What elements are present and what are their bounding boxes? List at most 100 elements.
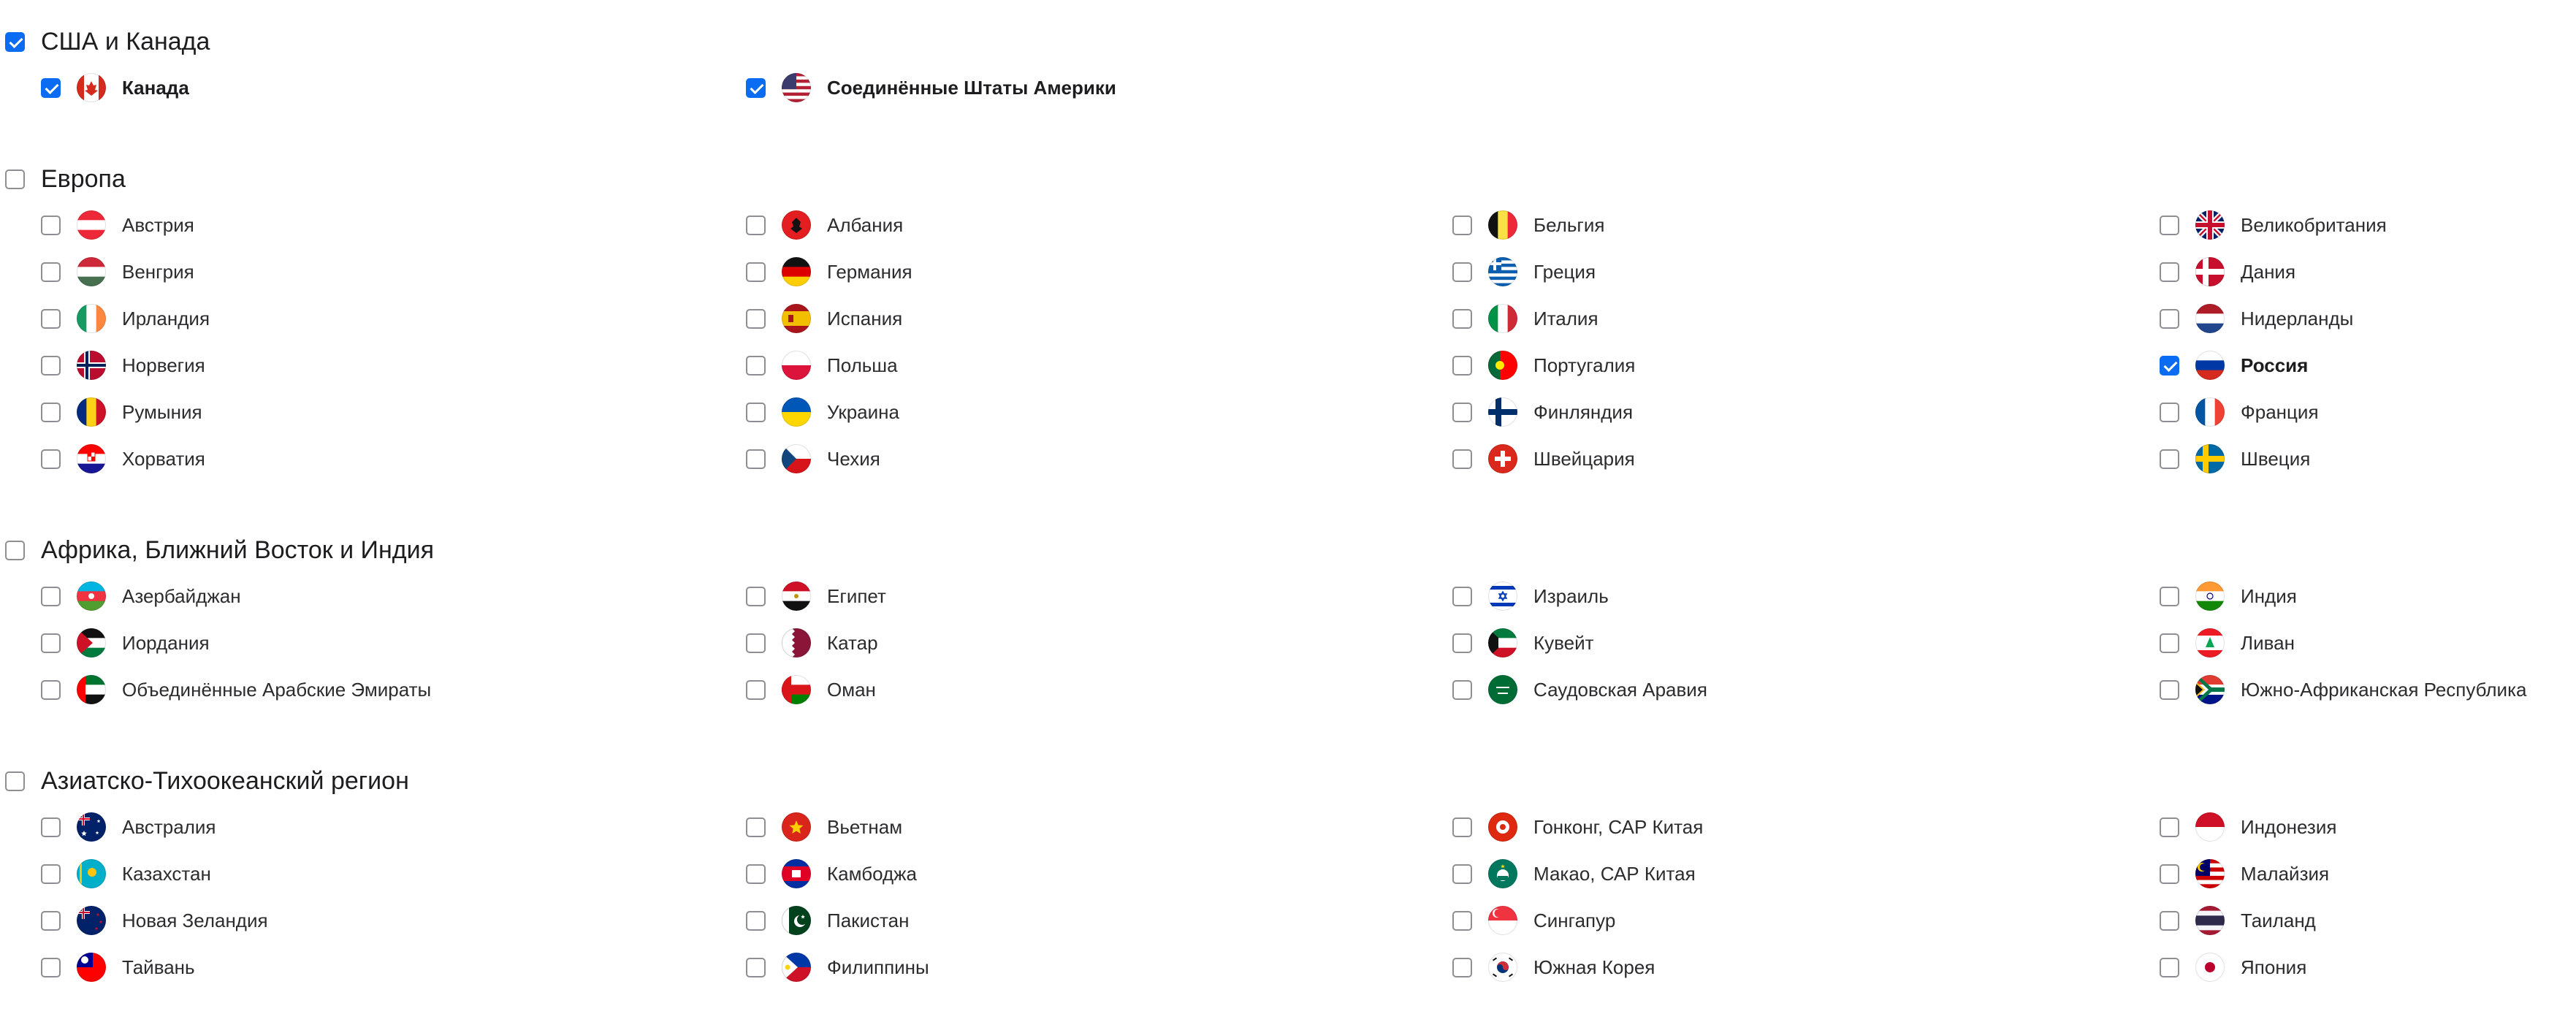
country-option[interactable]: Индия: [2160, 582, 2297, 611]
country-checkbox[interactable]: [41, 77, 61, 98]
country-checkbox[interactable]: [1452, 586, 1472, 606]
country-option[interactable]: Россия: [2160, 351, 2308, 380]
country-option[interactable]: Гонконг, САР Китая: [1452, 812, 1703, 842]
region-header[interactable]: Африка, Ближний Восток и Индия: [5, 535, 434, 565]
country-option[interactable]: Южная Корея: [1452, 953, 1655, 982]
country-checkbox[interactable]: [746, 633, 766, 653]
country-checkbox[interactable]: [2160, 586, 2179, 606]
country-checkbox[interactable]: [41, 957, 61, 977]
country-option[interactable]: Канада: [41, 73, 189, 102]
country-checkbox[interactable]: [1452, 262, 1472, 282]
country-checkbox[interactable]: [746, 679, 766, 700]
country-checkbox[interactable]: [2160, 864, 2179, 884]
country-checkbox[interactable]: [746, 262, 766, 282]
region-header[interactable]: Азиатско-Тихоокеанский регион: [5, 766, 409, 796]
country-option[interactable]: Германия: [746, 257, 912, 286]
country-option[interactable]: Норвегия: [41, 351, 205, 380]
country-checkbox[interactable]: [746, 910, 766, 931]
country-checkbox[interactable]: [41, 864, 61, 884]
country-checkbox[interactable]: [1452, 449, 1472, 469]
region-checkbox[interactable]: [5, 169, 25, 189]
country-option[interactable]: Азербайджан: [41, 582, 241, 611]
country-option[interactable]: Франция: [2160, 397, 2319, 427]
country-option[interactable]: Сингапур: [1452, 906, 1615, 935]
country-checkbox[interactable]: [41, 449, 61, 469]
country-checkbox[interactable]: [41, 402, 61, 422]
country-checkbox[interactable]: [41, 215, 61, 235]
country-checkbox[interactable]: [746, 355, 766, 376]
country-checkbox[interactable]: [746, 77, 766, 98]
country-checkbox[interactable]: [41, 679, 61, 700]
region-header[interactable]: Европа: [5, 164, 126, 194]
country-option[interactable]: Бельгия: [1452, 210, 1604, 240]
country-checkbox[interactable]: [41, 262, 61, 282]
country-option[interactable]: Испания: [746, 304, 902, 333]
country-checkbox[interactable]: [1452, 817, 1472, 837]
country-option[interactable]: Оман: [746, 675, 876, 704]
country-checkbox[interactable]: [41, 586, 61, 606]
country-checkbox[interactable]: [746, 402, 766, 422]
country-option[interactable]: Кувейт: [1452, 628, 1594, 657]
country-checkbox[interactable]: [1452, 402, 1472, 422]
country-checkbox[interactable]: [41, 817, 61, 837]
country-option[interactable]: Пакистан: [746, 906, 909, 935]
country-checkbox[interactable]: [2160, 215, 2179, 235]
country-checkbox[interactable]: [2160, 633, 2179, 653]
country-checkbox[interactable]: [41, 910, 61, 931]
region-checkbox[interactable]: [5, 540, 25, 560]
country-checkbox[interactable]: [746, 215, 766, 235]
country-checkbox[interactable]: [1452, 864, 1472, 884]
country-option[interactable]: Финляндия: [1452, 397, 1633, 427]
country-checkbox[interactable]: [746, 586, 766, 606]
country-checkbox[interactable]: [2160, 910, 2179, 931]
country-checkbox[interactable]: [1452, 355, 1472, 376]
country-checkbox[interactable]: [2160, 817, 2179, 837]
country-option[interactable]: Вьетнам: [746, 812, 902, 842]
country-option[interactable]: Объединённые Арабские Эмираты: [41, 675, 431, 704]
country-checkbox[interactable]: [1452, 957, 1472, 977]
country-option[interactable]: Новая Зеландия: [41, 906, 268, 935]
country-option[interactable]: Египет: [746, 582, 886, 611]
country-checkbox[interactable]: [41, 355, 61, 376]
country-option[interactable]: Португалия: [1452, 351, 1635, 380]
country-option[interactable]: Австралия: [41, 812, 216, 842]
country-checkbox[interactable]: [1452, 215, 1472, 235]
country-option[interactable]: Южно-Африканская Республика: [2160, 675, 2526, 704]
country-option[interactable]: Таиланд: [2160, 906, 2316, 935]
country-checkbox[interactable]: [2160, 679, 2179, 700]
country-option[interactable]: Греция: [1452, 257, 1596, 286]
country-checkbox[interactable]: [2160, 262, 2179, 282]
country-option[interactable]: Нидерланды: [2160, 304, 2353, 333]
country-option[interactable]: Италия: [1452, 304, 1598, 333]
country-option[interactable]: Австрия: [41, 210, 194, 240]
country-option[interactable]: Албания: [746, 210, 903, 240]
country-checkbox[interactable]: [2160, 449, 2179, 469]
country-option[interactable]: Израиль: [1452, 582, 1609, 611]
country-option[interactable]: Ирландия: [41, 304, 210, 333]
country-option[interactable]: Ливан: [2160, 628, 2295, 657]
country-checkbox[interactable]: [1452, 679, 1472, 700]
country-option[interactable]: Казахстан: [41, 859, 211, 888]
country-checkbox[interactable]: [746, 449, 766, 469]
region-checkbox[interactable]: [5, 31, 25, 52]
country-option[interactable]: Швейцария: [1452, 444, 1635, 473]
country-option[interactable]: Саудовская Аравия: [1452, 675, 1707, 704]
country-checkbox[interactable]: [2160, 957, 2179, 977]
region-checkbox[interactable]: [5, 771, 25, 791]
country-option[interactable]: Малайзия: [2160, 859, 2329, 888]
country-option[interactable]: Иордания: [41, 628, 210, 657]
country-checkbox[interactable]: [1452, 910, 1472, 931]
country-checkbox[interactable]: [746, 957, 766, 977]
country-option[interactable]: Макао, САР Китая: [1452, 859, 1696, 888]
country-checkbox[interactable]: [746, 864, 766, 884]
country-option[interactable]: Польша: [746, 351, 898, 380]
country-option[interactable]: Япония: [2160, 953, 2306, 982]
country-option[interactable]: Индонезия: [2160, 812, 2336, 842]
country-checkbox[interactable]: [1452, 308, 1472, 329]
country-checkbox[interactable]: [41, 308, 61, 329]
country-checkbox[interactable]: [746, 817, 766, 837]
country-checkbox[interactable]: [41, 633, 61, 653]
country-option[interactable]: Камбоджа: [746, 859, 917, 888]
country-checkbox[interactable]: [2160, 308, 2179, 329]
country-option[interactable]: Великобритания: [2160, 210, 2387, 240]
